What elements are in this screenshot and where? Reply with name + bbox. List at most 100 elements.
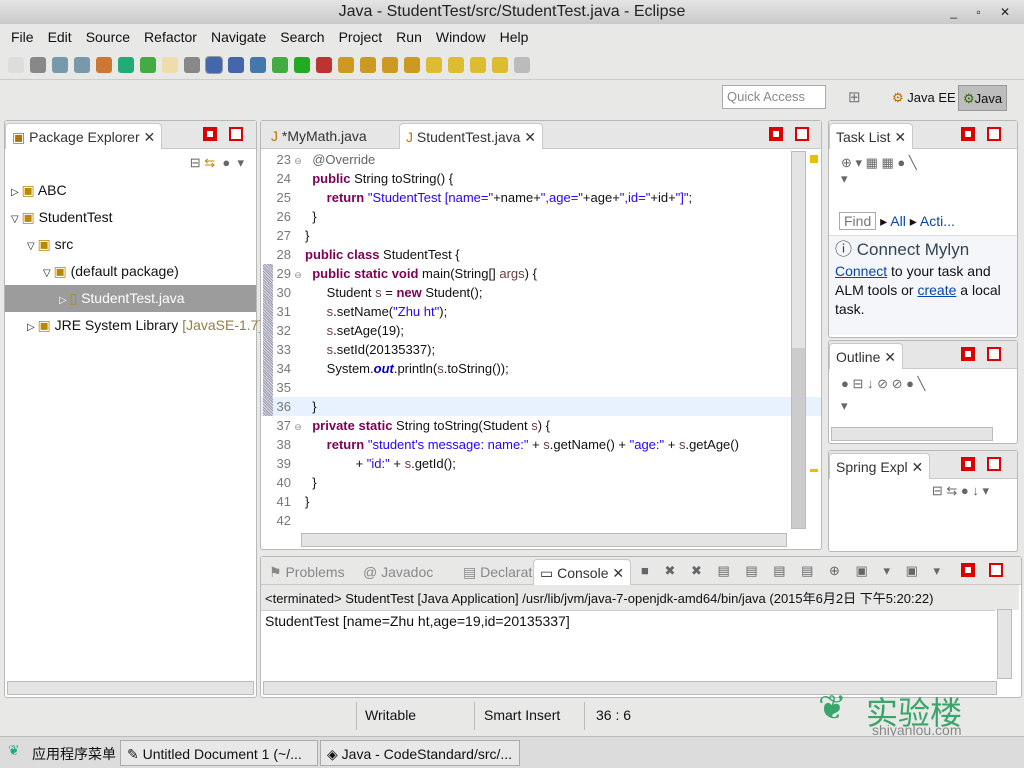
close-tab-icon[interactable]: ✕ [520,129,536,145]
maximize-icon[interactable] [989,563,1003,577]
expand-icon[interactable]: ▷ [27,322,37,333]
view-menu-icon[interactable]: ▾ [237,155,244,170]
maximize-icon[interactable] [987,457,1001,471]
code-line[interactable]: 24 public String toString() { [261,169,821,188]
console-output[interactable]: StudentTest [name=Zhu ht,age=19,id=20135… [261,610,995,631]
tab-task-list[interactable]: Task List ✕ [829,123,914,149]
code-line[interactable]: 41} [261,492,821,511]
menu-edit[interactable]: Edit [41,25,79,49]
filter-icon[interactable]: ● [222,155,230,170]
expand-icon[interactable]: ▽ [27,241,37,252]
code-line[interactable]: 33 s.setId(20135337); [261,340,821,359]
code-line[interactable]: 40 } [261,473,821,492]
code-line[interactable]: 28 public class StudentTest { [261,245,821,264]
menu-source[interactable]: Source [79,25,137,49]
tab-outline[interactable]: Outline ✕ [829,343,903,369]
taskbar-item-document[interactable]: ✎ Untitled Document 1 (~/... [120,740,318,766]
tree-item[interactable]: ▽ ▣ (default package) [5,258,256,285]
toolbar-button-icon[interactable] [205,55,223,74]
menu-refactor[interactable]: Refactor [137,25,204,49]
console-toolbar[interactable]: ■ ✖ ✖ ▤ ▤ ▤ ▤ ⊕ ▣ ▾ ▣ ▾ [641,563,946,579]
perspective-java-ee[interactable]: ⚙ Java EE [888,85,960,111]
expand-icon[interactable]: ▽ [11,214,21,225]
toolbar-button-icon[interactable] [492,56,508,73]
code-line[interactable]: 25 return "StudentTest [name="+name+",ag… [261,188,821,207]
menu-help[interactable]: Help [493,25,536,49]
toolbar-button-icon[interactable] [294,56,310,73]
tab-problems[interactable]: ⚑ Problems [263,559,351,585]
code-line[interactable]: 38 return "student's message: name:" + s… [261,435,821,454]
tree-item[interactable]: ▽ ▣ src [5,231,256,258]
create-link[interactable]: create [917,282,956,298]
quick-access-input[interactable]: Quick Access [722,85,826,109]
connect-link[interactable]: Connect [835,263,887,279]
expand-icon[interactable]: ▷ [11,187,21,198]
menu-navigate[interactable]: Navigate [204,25,273,49]
toolbar-button-icon[interactable] [118,56,134,73]
editor-tab[interactable]: J *MyMath.java [265,123,373,149]
code-line[interactable]: 37 ⊖ private static String toString(Stude… [261,416,821,435]
minimize-icon[interactable] [961,127,975,141]
tab-javadoc[interactable]: @ Javadoc [357,559,439,585]
code-line[interactable]: 36 } [261,397,821,416]
minimize-icon[interactable] [769,127,783,141]
tab-spring-explorer[interactable]: Spring Expl ✕ [829,453,931,479]
app-menu-icon[interactable]: ❦ [8,742,20,759]
code-line[interactable]: 39 + "id:" + s.getId(); [261,454,821,473]
window-controls[interactable]: _ ▫ ✕ [950,0,1018,24]
link-editor-icon[interactable]: ⇆ [204,155,215,170]
find-input[interactable]: Find [839,212,877,230]
menu-window[interactable]: Window [429,25,493,49]
toolbar-button-icon[interactable] [448,56,464,73]
toolbar-button-icon[interactable] [404,56,420,73]
all-link[interactable]: All [890,213,906,229]
maximize-icon[interactable] [795,127,809,141]
minimize-icon[interactable] [961,347,975,361]
maximize-icon[interactable] [987,127,1001,141]
menu-project[interactable]: Project [332,25,390,49]
tree-item[interactable]: ▷ ▣ JRE System Library [JavaSE-1.7] [5,312,262,339]
warning-marker[interactable] [810,469,818,472]
code-line[interactable]: 31 s.setName("Zhu ht"); [261,302,821,321]
vertical-scrollbar[interactable] [997,609,1012,679]
code-line[interactable]: 30 Student s = new Student(); [261,283,821,302]
toolbar-button-icon[interactable] [360,56,376,73]
tree-item[interactable]: ▷ ▣ ABC [5,177,256,204]
tab-package-explorer[interactable]: ▣ Package Explorer ✕ [5,123,163,149]
horizontal-scrollbar[interactable] [831,427,993,441]
toolbar-button-icon[interactable] [162,56,178,73]
horizontal-scrollbar[interactable] [301,533,787,547]
expand-icon[interactable]: ▽ [43,268,53,279]
code-line[interactable]: 32 s.setAge(19); [261,321,821,340]
code-line[interactable]: 27} [261,226,821,245]
taskbar-item-eclipse[interactable]: ◈ Java - CodeStandard/src/... [320,740,520,766]
toolbar-button-icon[interactable] [184,56,200,73]
activate-link[interactable]: Acti... [920,213,955,229]
toolbar-button-icon[interactable] [426,56,442,73]
toolbar-button-icon[interactable] [514,56,530,73]
minimize-icon[interactable] [961,563,975,577]
code-line[interactable]: 34 System.out.println(s.toString()); [261,359,821,378]
minimize-icon[interactable] [203,127,217,141]
minimize-icon[interactable] [961,457,975,471]
perspective-java[interactable]: ⚙Java [958,85,1008,111]
tree-item[interactable]: ▽ ▣ StudentTest [5,204,256,231]
editor-tab[interactable]: J StudentTest.java ✕ [399,123,544,149]
toolbar-button-icon[interactable] [250,56,266,73]
toolbar-button-icon[interactable] [30,56,46,73]
toolbar-button-icon[interactable] [470,56,486,73]
toolbar-button-icon[interactable] [228,56,244,73]
menu-search[interactable]: Search [273,25,331,49]
toolbar-button-icon[interactable] [272,56,288,73]
close-tab-icon[interactable]: ✕ [609,565,624,581]
code-line[interactable]: 26 } [261,207,821,226]
tab-console[interactable]: ▭ Console ✕ [533,559,632,585]
vertical-scrollbar[interactable] [791,151,806,529]
collapse-all-icon[interactable]: ⊟ [190,155,201,170]
toolbar-button-icon[interactable] [52,56,68,73]
code-line[interactable]: 29 ⊖ public static void main(String[] arg… [261,264,821,283]
maximize-icon[interactable] [229,127,243,141]
toolbar-button-icon[interactable] [8,56,24,73]
toolbar-button-icon[interactable] [140,56,156,73]
menu-run[interactable]: Run [389,25,429,49]
